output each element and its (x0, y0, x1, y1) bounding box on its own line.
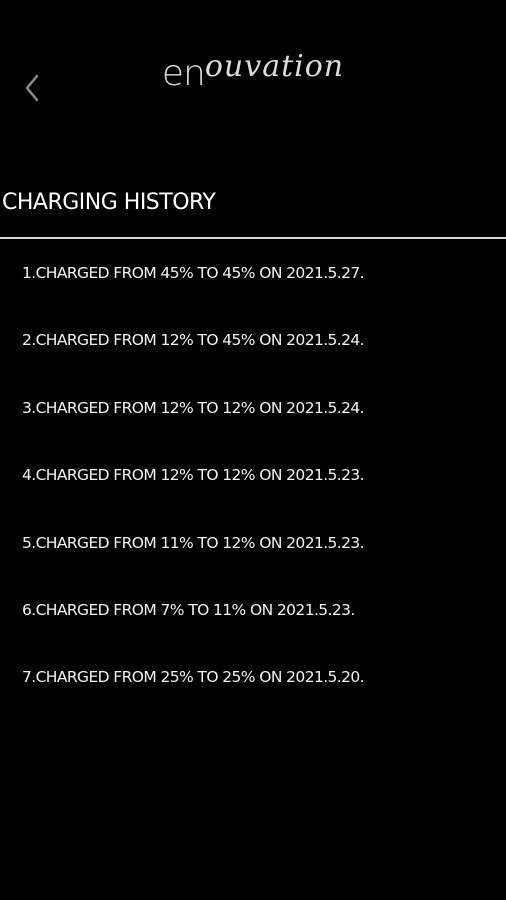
history-item: 3.CHARGED FROM 12% TO 12% ON 2021.5.24. (22, 398, 365, 417)
logo-prefix: en (161, 53, 206, 94)
brand-logo: enouvation (0, 52, 506, 94)
history-item: 1.CHARGED FROM 45% TO 45% ON 2021.5.27. (22, 264, 365, 282)
history-item: 2.CHARGED FROM 12% TO 45% ON 2021.5.24. (22, 331, 365, 350)
history-item: 4.CHARGED FROM 12% TO 12% ON 2021.5.23. (22, 466, 365, 485)
history-item: 6.CHARGED FROM 7% TO 11% ON 2021.5.23. (22, 600, 355, 619)
charging-history-list: 1.CHARGED FROM 45% TO 45% ON 2021.5.27. … (22, 262, 365, 734)
page-title: CHARGING HISTORY (2, 190, 216, 215)
app-header: enouvation (0, 0, 506, 150)
title-divider (0, 237, 506, 239)
history-item: 5.CHARGED FROM 11% TO 12% ON 2021.5.23. (22, 533, 365, 552)
history-item: 7.CHARGED FROM 25% TO 25% ON 2021.5.20. (22, 668, 365, 687)
logo-suffix: ouvation (204, 49, 345, 84)
